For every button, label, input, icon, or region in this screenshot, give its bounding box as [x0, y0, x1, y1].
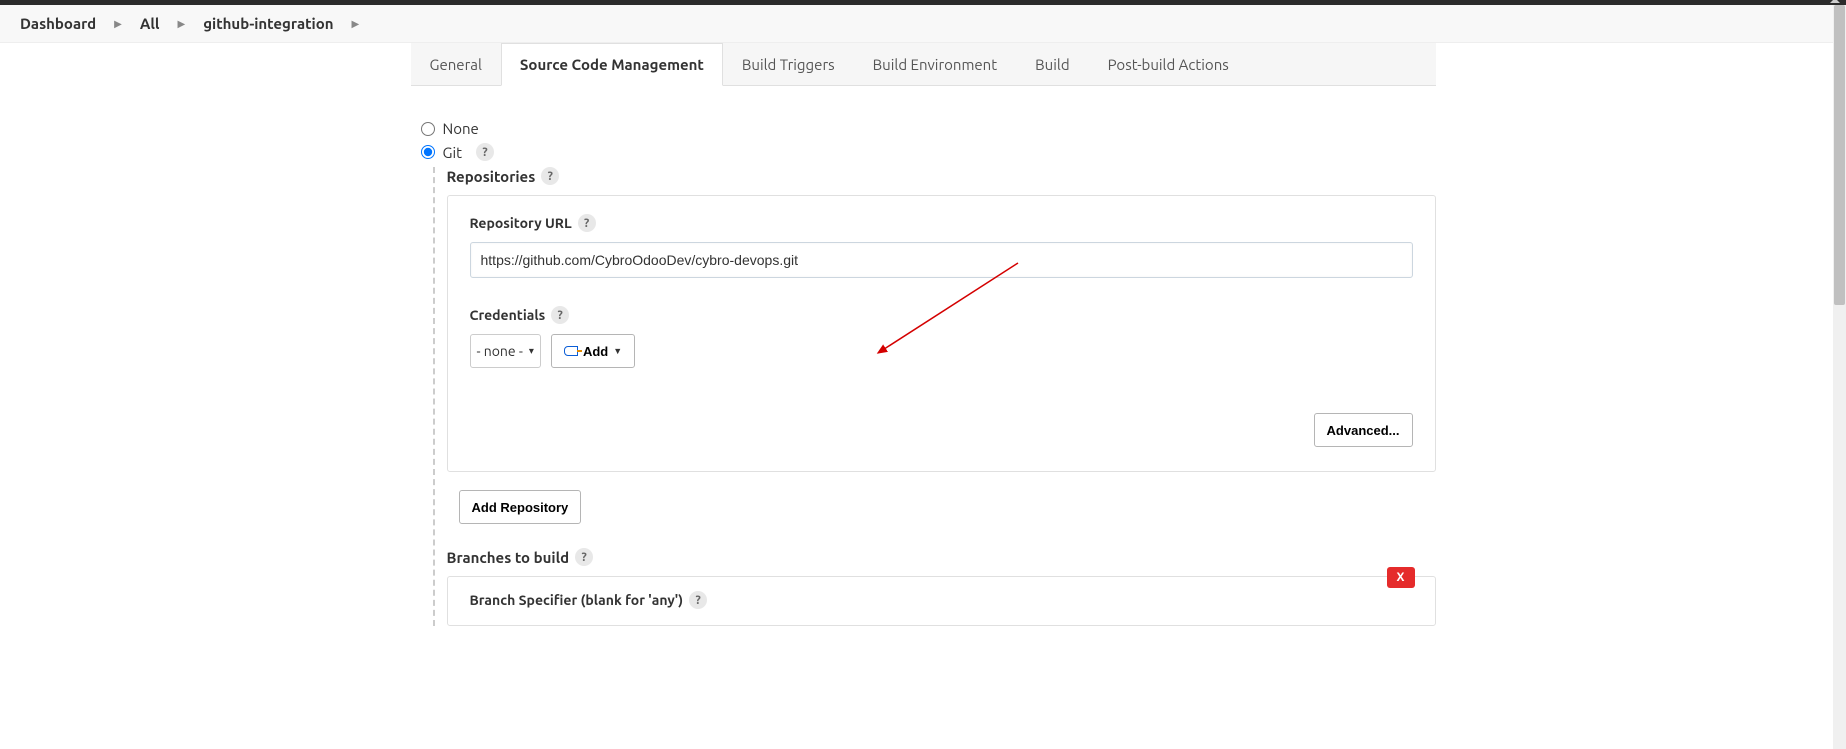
key-icon: [564, 346, 578, 356]
help-icon[interactable]: ?: [476, 143, 494, 161]
help-icon[interactable]: ?: [541, 167, 559, 185]
help-icon[interactable]: ?: [578, 214, 596, 232]
repositories-title: Repositories ?: [447, 167, 1436, 185]
tab-post-build[interactable]: Post-build Actions: [1089, 43, 1248, 86]
vertical-scrollbar[interactable]: [1833, 5, 1846, 749]
branch-specifier-label: Branch Specifier (blank for 'any') ?: [470, 591, 1413, 609]
scrollbar-thumb[interactable]: [1834, 5, 1845, 305]
breadcrumb-all[interactable]: All: [140, 15, 160, 32]
credentials-select[interactable]: - none - ▾: [470, 334, 541, 368]
tab-build[interactable]: Build: [1016, 43, 1088, 86]
delete-branch-button[interactable]: X: [1387, 567, 1415, 588]
repo-url-label: Repository URL ?: [470, 214, 1413, 232]
branches-title: Branches to build ?: [447, 548, 1436, 566]
repo-url-input[interactable]: [470, 242, 1413, 278]
tab-general[interactable]: General: [411, 43, 501, 86]
add-repository-button[interactable]: Add Repository: [459, 490, 582, 524]
help-icon[interactable]: ?: [575, 548, 593, 566]
tab-build-triggers[interactable]: Build Triggers: [723, 43, 854, 86]
config-panel: General Source Code Management Build Tri…: [411, 43, 1436, 626]
branch-card: X Branch Specifier (blank for 'any') ?: [447, 576, 1436, 626]
repository-card: Repository URL ? Credentials ? - none - …: [447, 195, 1436, 472]
chevron-down-icon: ▼: [613, 346, 622, 356]
chevron-down-icon: ▾: [529, 345, 534, 357]
chevron-right-icon: ▶: [352, 18, 360, 30]
credentials-label: Credentials ?: [470, 306, 1413, 324]
advanced-button[interactable]: Advanced...: [1314, 413, 1413, 447]
scm-git-label[interactable]: Git: [443, 144, 463, 161]
config-tabs: General Source Code Management Build Tri…: [411, 43, 1436, 86]
breadcrumb: Dashboard ▶ All ▶ github-integration ▶: [0, 5, 1846, 43]
help-icon[interactable]: ?: [551, 306, 569, 324]
tab-scm[interactable]: Source Code Management: [501, 43, 723, 86]
chevron-right-icon: ▶: [114, 18, 122, 30]
add-credentials-button[interactable]: Add ▼: [551, 334, 635, 368]
scm-git-radio[interactable]: [421, 145, 435, 159]
section-header-cutoff: [411, 106, 1436, 114]
git-config-block: Repositories ? Repository URL: [433, 167, 1436, 626]
help-icon[interactable]: ?: [689, 591, 707, 609]
breadcrumb-job[interactable]: github-integration: [203, 15, 333, 32]
tab-build-env[interactable]: Build Environment: [854, 43, 1017, 86]
window-top-bar: [0, 0, 1846, 5]
breadcrumb-dashboard[interactable]: Dashboard: [20, 15, 96, 32]
scm-none-radio[interactable]: [421, 122, 435, 136]
chevron-right-icon: ▶: [177, 18, 185, 30]
scm-none-label[interactable]: None: [443, 120, 479, 137]
